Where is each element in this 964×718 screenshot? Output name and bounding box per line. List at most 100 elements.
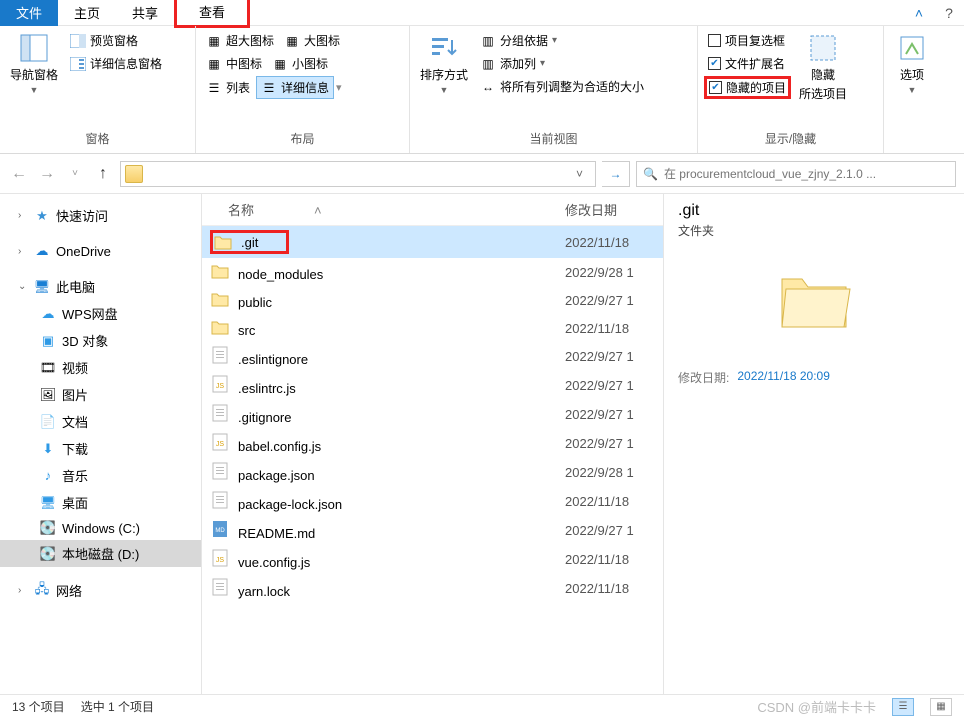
view-details-button[interactable]: ☰ <box>892 698 914 716</box>
add-columns-button[interactable]: ▥添加列 <box>476 53 648 74</box>
tree-downloads[interactable]: ⬇下载 <box>0 435 201 462</box>
options-label: 选项 <box>900 66 924 83</box>
file-row[interactable]: public2022/9/27 1 <box>202 286 663 314</box>
file-icon: MD <box>210 520 230 538</box>
chk-item-checkboxes[interactable]: 项目复选框 <box>704 30 791 51</box>
sort-label: 排序方式 <box>420 66 468 83</box>
tree-desktop[interactable]: 🖥桌面 <box>0 489 201 516</box>
file-row[interactable]: node_modules2022/9/28 1 <box>202 258 663 286</box>
group-panes-label: 窗格 <box>6 126 189 153</box>
layout-list[interactable]: ☰列表 <box>202 76 254 99</box>
file-icon: JS <box>210 375 230 393</box>
file-row[interactable]: JS.eslintrc.js2022/9/27 1 <box>202 371 663 400</box>
tree-3d[interactable]: ▣3D 对象 <box>0 327 201 354</box>
file-date: 2022/11/18 <box>565 581 655 596</box>
file-row[interactable]: src 2022/11/18 <box>202 314 663 342</box>
tab-home[interactable]: 主页 <box>58 0 116 26</box>
file-icon <box>210 462 230 480</box>
file-name: package.json <box>238 468 315 483</box>
file-row[interactable]: package.json 2022/9/28 1 <box>202 458 663 487</box>
column-headers[interactable]: 名称 ˄ 修改日期 <box>202 194 663 226</box>
tree-onedrive[interactable]: ›☁OneDrive <box>0 239 201 263</box>
file-name: .git <box>241 235 258 250</box>
folder-large-icon <box>774 259 854 339</box>
hide-selected-button[interactable]: 隐藏 所选项目 <box>795 30 851 104</box>
file-row[interactable]: .gitignore2022/9/27 1 <box>202 400 663 429</box>
file-icon <box>210 318 230 336</box>
nav-pane-button[interactable]: 导航窗格 ▼ <box>6 30 62 97</box>
forward-button[interactable]: → <box>36 163 58 185</box>
file-name: src <box>238 323 255 338</box>
history-dropdown[interactable]: ˅ <box>64 163 86 185</box>
chk-hidden-items[interactable]: 隐藏的项目 <box>704 76 791 99</box>
file-row[interactable]: package-lock.json 2022/11/18 <box>202 487 663 516</box>
tab-file[interactable]: 文件 <box>0 0 58 26</box>
details-modified-label: 修改日期: <box>678 369 729 386</box>
file-date: 2022/9/27 1 <box>565 378 655 393</box>
file-date: 2022/11/18 <box>565 494 655 509</box>
file-row[interactable]: yarn.lock 2022/11/18 <box>202 574 663 603</box>
svg-text:JS: JS <box>216 557 225 564</box>
sort-button[interactable]: 排序方式 ▼ <box>416 30 472 97</box>
fit-columns-button[interactable]: ↔将所有列调整为合适的大小 <box>476 76 648 97</box>
tree-d-drive[interactable]: 💽本地磁盘 (D:) <box>0 540 201 567</box>
address-bar[interactable]: ˅ <box>120 161 596 187</box>
file-row[interactable]: JSvue.config.js2022/11/18 <box>202 545 663 574</box>
tree-c-drive[interactable]: 💽Windows (C:) <box>0 516 201 540</box>
layout-small[interactable]: ▦小图标 <box>268 53 332 74</box>
svg-text:JS: JS <box>216 441 225 448</box>
layout-medium[interactable]: ▦中图标 <box>202 53 266 74</box>
tree-videos[interactable]: 🎞视频 <box>0 354 201 381</box>
folder-icon <box>125 165 143 183</box>
file-name: public <box>238 295 272 310</box>
col-name[interactable]: 名称 <box>228 203 254 218</box>
preview-pane-button[interactable]: 预览窗格 <box>66 30 166 51</box>
tree-pictures[interactable]: 🖼图片 <box>0 381 201 408</box>
back-button[interactable]: ← <box>8 163 30 185</box>
col-date[interactable]: 修改日期 <box>565 200 655 219</box>
file-row[interactable]: MDREADME.md2022/9/27 1 <box>202 516 663 545</box>
tree-network[interactable]: ›🖧网络 <box>0 577 201 604</box>
layout-details[interactable]: ☰详细信息 <box>256 76 334 99</box>
file-name: vue.config.js <box>238 555 310 570</box>
sort-indicator-icon: ˄ <box>314 203 322 218</box>
group-by-button[interactable]: ▥分组依据 <box>476 30 648 51</box>
chk-file-extensions[interactable]: 文件扩展名 <box>704 53 791 74</box>
tree-quick-access[interactable]: ›★快速访问 <box>0 202 201 229</box>
details-type: 文件夹 <box>678 222 950 239</box>
view-icons-button[interactable]: ▦ <box>930 698 952 716</box>
file-row[interactable]: .git2022/11/18 <box>202 226 663 258</box>
search-box[interactable]: 🔍 <box>636 161 956 187</box>
file-row[interactable]: JSbabel.config.js2022/9/27 1 <box>202 429 663 458</box>
details-pane-button[interactable]: 详细信息窗格 <box>66 53 166 74</box>
file-date: 2022/11/18 <box>565 321 655 336</box>
status-count: 13 个项目 <box>12 698 65 715</box>
tab-share[interactable]: 共享 <box>116 0 174 26</box>
options-button[interactable]: 选项 ▼ <box>890 30 934 97</box>
help-icon[interactable]: ? <box>934 5 964 21</box>
file-list: 名称˄ 修改日期 .git2022/11/18node_modules2022/… <box>202 194 664 698</box>
watermark: CSDN @前端卡卡卡 <box>757 697 876 716</box>
status-selection: 选中 1 个项目 <box>81 698 154 715</box>
address-dropdown-icon[interactable]: ˅ <box>568 167 591 181</box>
file-name: yarn.lock <box>238 584 290 599</box>
refresh-button[interactable]: → <box>602 161 630 187</box>
up-button[interactable]: ↑ <box>92 163 114 185</box>
search-input[interactable] <box>664 167 949 181</box>
tree-docs[interactable]: 📄文档 <box>0 408 201 435</box>
ribbon-collapse-icon[interactable]: ˄ <box>904 5 934 21</box>
layout-xlarge[interactable]: ▦超大图标 <box>202 30 278 51</box>
tree-music[interactable]: ♪音乐 <box>0 462 201 489</box>
file-icon <box>210 404 230 422</box>
tab-view[interactable]: 查看 <box>174 0 250 28</box>
file-date: 2022/9/28 1 <box>565 265 655 280</box>
tree-wps[interactable]: ☁WPS网盘 <box>0 300 201 327</box>
file-name: babel.config.js <box>238 439 321 454</box>
layout-large[interactable]: ▦大图标 <box>280 30 344 51</box>
ribbon: 导航窗格 ▼ 预览窗格 详细信息窗格 窗格 ▦超大图标 ▦大图标 ▦中图标 ▦小… <box>0 26 964 154</box>
file-date: 2022/9/28 1 <box>565 465 655 480</box>
svg-text:MD: MD <box>215 528 225 534</box>
tree-this-pc[interactable]: ⌄🖥此电脑 <box>0 273 201 300</box>
file-name: package-lock.json <box>238 497 342 512</box>
file-row[interactable]: .eslintignore2022/9/27 1 <box>202 342 663 371</box>
